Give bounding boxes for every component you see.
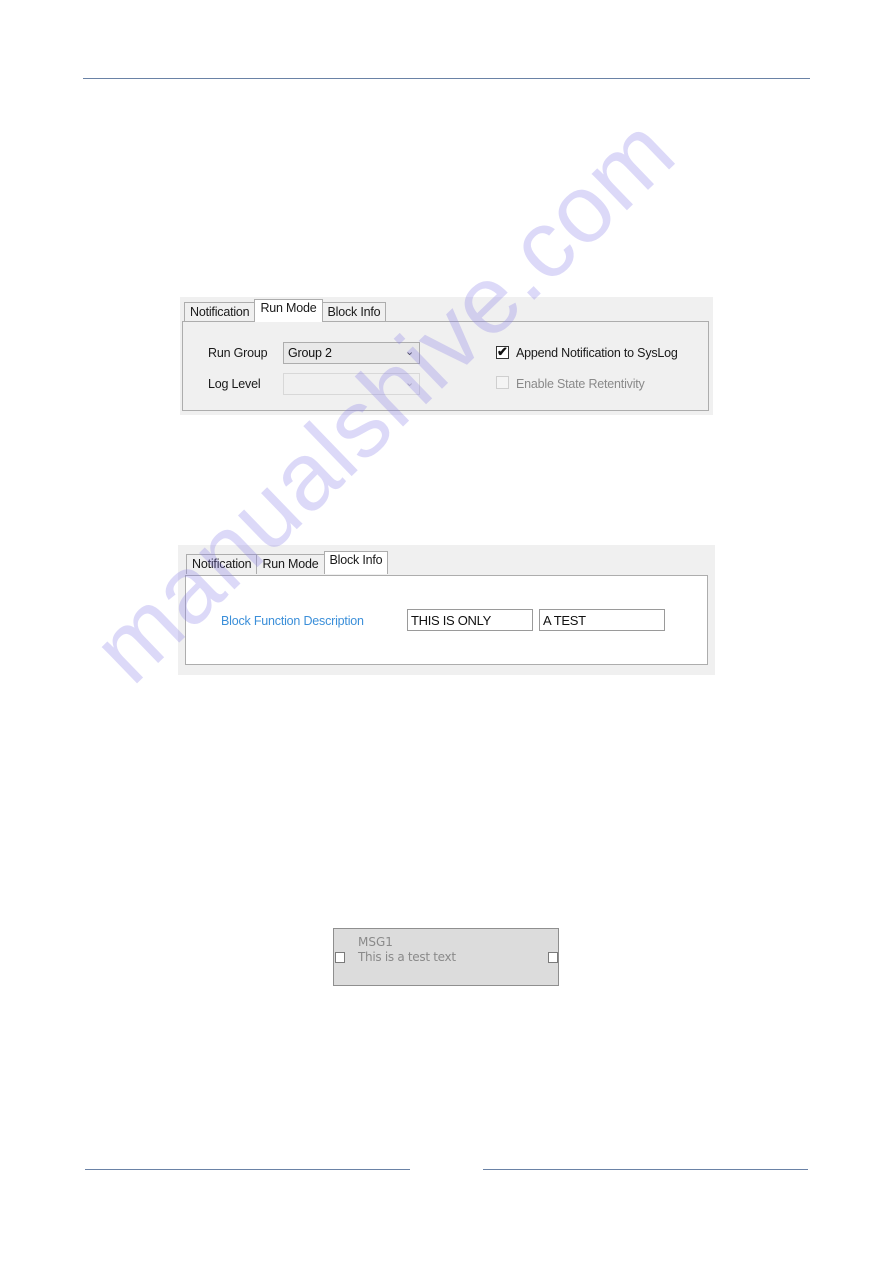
append-notification-label: Append Notification to SysLog <box>516 346 678 360</box>
enable-state-retentivity-label: Enable State Retentivity <box>516 377 645 391</box>
run-mode-dialog: Notification Run Mode Block Info Run Gro… <box>180 297 713 415</box>
tab-strip: Notification Run Mode Block Info <box>186 551 389 574</box>
tab-run-mode[interactable]: Run Mode <box>256 554 325 574</box>
block-info-panel: Block Function Description THIS IS ONLY … <box>185 575 708 665</box>
block-function-description-label: Block Function Description <box>221 614 364 628</box>
chevron-down-icon: ⌄ <box>404 377 414 389</box>
run-mode-panel: Run Group Group 2 ⌄ Log Level ⌄ ✔ Append… <box>182 321 709 411</box>
input-port[interactable] <box>335 952 345 963</box>
tab-notification[interactable]: Notification <box>186 554 258 574</box>
block-info-dialog: Notification Run Mode Block Info Block F… <box>178 545 715 675</box>
description-field-1[interactable]: THIS IS ONLY <box>407 609 533 631</box>
msg-block[interactable]: MSG1 This is a test text <box>333 928 559 986</box>
run-group-select[interactable]: Group 2 ⌄ <box>283 342 420 364</box>
tab-strip: Notification Run Mode Block Info <box>184 299 387 322</box>
append-notification-checkbox[interactable]: ✔ <box>496 344 509 359</box>
description-field-2[interactable]: A TEST <box>539 609 665 631</box>
tab-block-info[interactable]: Block Info <box>323 551 389 574</box>
tab-block-info[interactable]: Block Info <box>321 302 387 322</box>
log-level-label: Log Level <box>208 377 261 391</box>
msg-block-name: MSG1 <box>358 935 393 949</box>
header-rule <box>83 78 810 79</box>
output-port[interactable] <box>548 952 558 963</box>
footer-rule-right <box>483 1169 808 1170</box>
footer-rule-left <box>85 1169 410 1170</box>
log-level-select[interactable]: ⌄ <box>283 373 420 395</box>
run-group-value: Group 2 <box>288 346 332 360</box>
enable-state-retentivity-checkbox[interactable] <box>496 376 509 389</box>
tab-run-mode[interactable]: Run Mode <box>254 299 323 322</box>
check-icon: ✔ <box>497 344 508 359</box>
tab-notification[interactable]: Notification <box>184 302 256 322</box>
run-group-label: Run Group <box>208 346 268 360</box>
msg-block-text: This is a test text <box>358 950 456 964</box>
chevron-down-icon: ⌄ <box>404 346 414 358</box>
